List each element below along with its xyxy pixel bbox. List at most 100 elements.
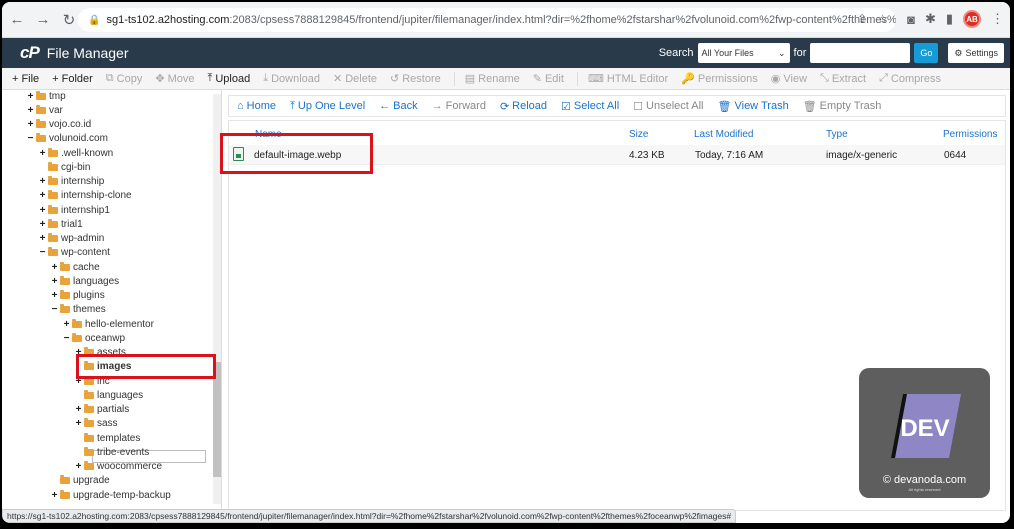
search-scope-select[interactable]: All Your Files ⌄: [697, 43, 790, 63]
menu-kebab-icon[interactable]: ⋮: [991, 11, 1004, 27]
tree-item-label: oceanwp: [85, 332, 126, 344]
column-header-permissions[interactable]: Permissions: [943, 129, 997, 140]
toolbar-file-button[interactable]: + File: [12, 73, 39, 85]
tree-item-var[interactable]: + var: [26, 103, 63, 117]
profile-avatar[interactable]: AB: [963, 10, 981, 28]
tree-item-oceanwp[interactable]: − oceanwp: [62, 331, 125, 345]
cpanel-logo[interactable]: cP: [20, 43, 40, 63]
expand-icon[interactable]: +: [38, 233, 47, 244]
tree-item-internship-clone[interactable]: + internship-clone: [38, 189, 132, 203]
expand-icon[interactable]: +: [50, 490, 59, 501]
nav-home-button[interactable]: ⌂ Home: [237, 100, 276, 112]
share-icon[interactable]: ⇪: [857, 12, 867, 26]
tree-item-languages[interactable]: + languages: [50, 274, 119, 288]
expand-icon[interactable]: +: [38, 148, 47, 159]
toolbar-edit-button[interactable]: ✎ Edit: [533, 72, 564, 86]
extract-icon: ⤡: [820, 72, 829, 84]
nav-empty-trash-button[interactable]: 🗑 Empty Trash: [803, 100, 882, 113]
tree-item-cache[interactable]: + cache: [50, 260, 100, 274]
tree-item-languages[interactable]: languages: [74, 388, 143, 402]
tree-item-internship1[interactable]: + internship1: [38, 203, 110, 217]
bookmark-star-icon[interactable]: ☆: [877, 12, 888, 26]
toolbar-html-editor-button[interactable]: ⌨ HTML Editor: [588, 72, 668, 86]
collapse-icon[interactable]: −: [62, 333, 71, 344]
tree-item-volunoid-com[interactable]: − volunoid.com: [26, 132, 108, 146]
toolbar-move-button[interactable]: ✥ Move: [155, 72, 194, 86]
tree-item-plugins[interactable]: + plugins: [50, 289, 105, 303]
folder-icon: [48, 204, 58, 214]
expand-icon[interactable]: +: [50, 290, 59, 301]
tree-item-vojo-co-id[interactable]: + vojo.co.id: [26, 118, 91, 132]
toolbar-delete-button[interactable]: ✕ Delete: [333, 72, 377, 86]
tree-item-upgrade[interactable]: upgrade: [50, 474, 110, 488]
expand-icon[interactable]: +: [38, 176, 47, 187]
nav-back-button[interactable]: ← Back: [379, 100, 417, 112]
nav-unselect-all-button[interactable]: ☐ Unselect All: [633, 100, 703, 113]
tree-item-woocommerce[interactable]: + woocommerce: [74, 460, 162, 474]
tree-item-hello-elementor[interactable]: + hello-elementor: [62, 317, 154, 331]
sidepanel-icon[interactable]: ▮: [946, 11, 953, 27]
toolbar-download-button[interactable]: ⤓ Download: [263, 72, 320, 85]
tree-item-wp-admin[interactable]: + wp-admin: [38, 232, 104, 246]
expand-icon[interactable]: +: [26, 105, 35, 116]
tree-item-upgrade-temp-backup[interactable]: + upgrade-temp-backup: [50, 488, 171, 502]
nav-view-trash-button[interactable]: 🗑 View Trash: [718, 100, 789, 113]
tree-item-themes[interactable]: − themes: [50, 303, 106, 317]
toolbar-folder-button[interactable]: + Folder: [52, 73, 93, 85]
go-button[interactable]: Go: [914, 43, 939, 63]
nav-select-all-label: Select All: [573, 100, 620, 112]
search-input[interactable]: [810, 43, 911, 63]
nav-up-one-level-button[interactable]: ⤒ Up One Level: [290, 100, 365, 113]
expand-icon[interactable]: +: [26, 119, 35, 130]
column-header-type[interactable]: Type: [826, 129, 848, 140]
tree-item-trial1[interactable]: + trial1: [38, 217, 83, 231]
toolbar-view-button[interactable]: ◉ View: [771, 72, 807, 86]
expand-icon[interactable]: +: [62, 319, 71, 330]
toolbar-file-label: File: [21, 72, 40, 85]
tree-scrollbar-thumb[interactable]: [213, 362, 221, 477]
column-header-size[interactable]: Size: [629, 129, 648, 140]
nav-forward-button[interactable]: → Forward: [432, 100, 486, 112]
toolbar-restore-label: Restore: [402, 72, 441, 85]
toolbar-compress-button[interactable]: ⤢ Compress: [879, 72, 941, 85]
toolbar-rename-button[interactable]: ▤ Rename: [465, 72, 520, 86]
expand-icon[interactable]: +: [50, 276, 59, 287]
nav-select-all-button[interactable]: ☑ Select All: [561, 100, 619, 113]
screen: ← → ↻ 🔒 sg1-ts102.a2hosting.com:2083/cps…: [2, 2, 1010, 523]
collapse-icon[interactable]: −: [50, 304, 59, 315]
expand-icon[interactable]: +: [38, 190, 47, 201]
expand-icon[interactable]: +: [38, 205, 47, 216]
forward-arrow-icon[interactable]: →: [32, 9, 54, 31]
expand-icon[interactable]: +: [50, 262, 59, 273]
tree-item-wp-content[interactable]: − wp-content: [38, 246, 110, 260]
toolbar-extract-button[interactable]: ⤡ Extract: [820, 72, 866, 85]
camera-icon[interactable]: ◙: [907, 12, 915, 27]
toolbar-restore-button[interactable]: ↺ Restore: [390, 72, 441, 86]
collapse-icon[interactable]: −: [26, 133, 35, 144]
tree-item-tribe-events[interactable]: tribe-events: [74, 445, 149, 459]
address-bar[interactable]: 🔒 sg1-ts102.a2hosting.com:2083/cpsess788…: [78, 8, 896, 32]
settings-button[interactable]: ⚙ Settings: [948, 43, 1004, 63]
back-arrow-icon[interactable]: ←: [6, 9, 28, 31]
column-header-last-modified[interactable]: Last Modified: [694, 129, 753, 140]
tree-item-tmp[interactable]: + tmp: [26, 90, 66, 103]
toolbar-upload-button[interactable]: ⤒ Upload: [207, 72, 250, 85]
tree-item-well-known[interactable]: + .well-known: [38, 146, 113, 160]
tree-item-internship[interactable]: + internship: [38, 175, 104, 189]
nav-reload-button[interactable]: ⟳ Reload: [500, 100, 547, 113]
tree-item-sass[interactable]: + sass: [74, 417, 118, 431]
expand-icon[interactable]: +: [74, 404, 83, 415]
folder-icon: [48, 233, 58, 242]
expand-icon[interactable]: +: [38, 219, 47, 230]
extensions-puzzle-icon[interactable]: ✱: [925, 11, 936, 27]
expand-icon[interactable]: +: [74, 418, 83, 429]
tree-item-cgi-bin[interactable]: cgi-bin: [38, 160, 90, 174]
tree-item-partials[interactable]: + partials: [74, 403, 129, 417]
expand-icon[interactable]: +: [26, 91, 35, 102]
collapse-icon[interactable]: −: [38, 247, 47, 258]
tree-item-templates[interactable]: templates: [74, 431, 140, 445]
toolbar-permissions-button[interactable]: 🔑 Permissions: [681, 72, 758, 86]
reload-icon[interactable]: ↻: [58, 9, 80, 31]
expand-icon[interactable]: +: [74, 461, 83, 472]
toolbar-copy-button[interactable]: ⧉ Copy: [106, 72, 143, 85]
